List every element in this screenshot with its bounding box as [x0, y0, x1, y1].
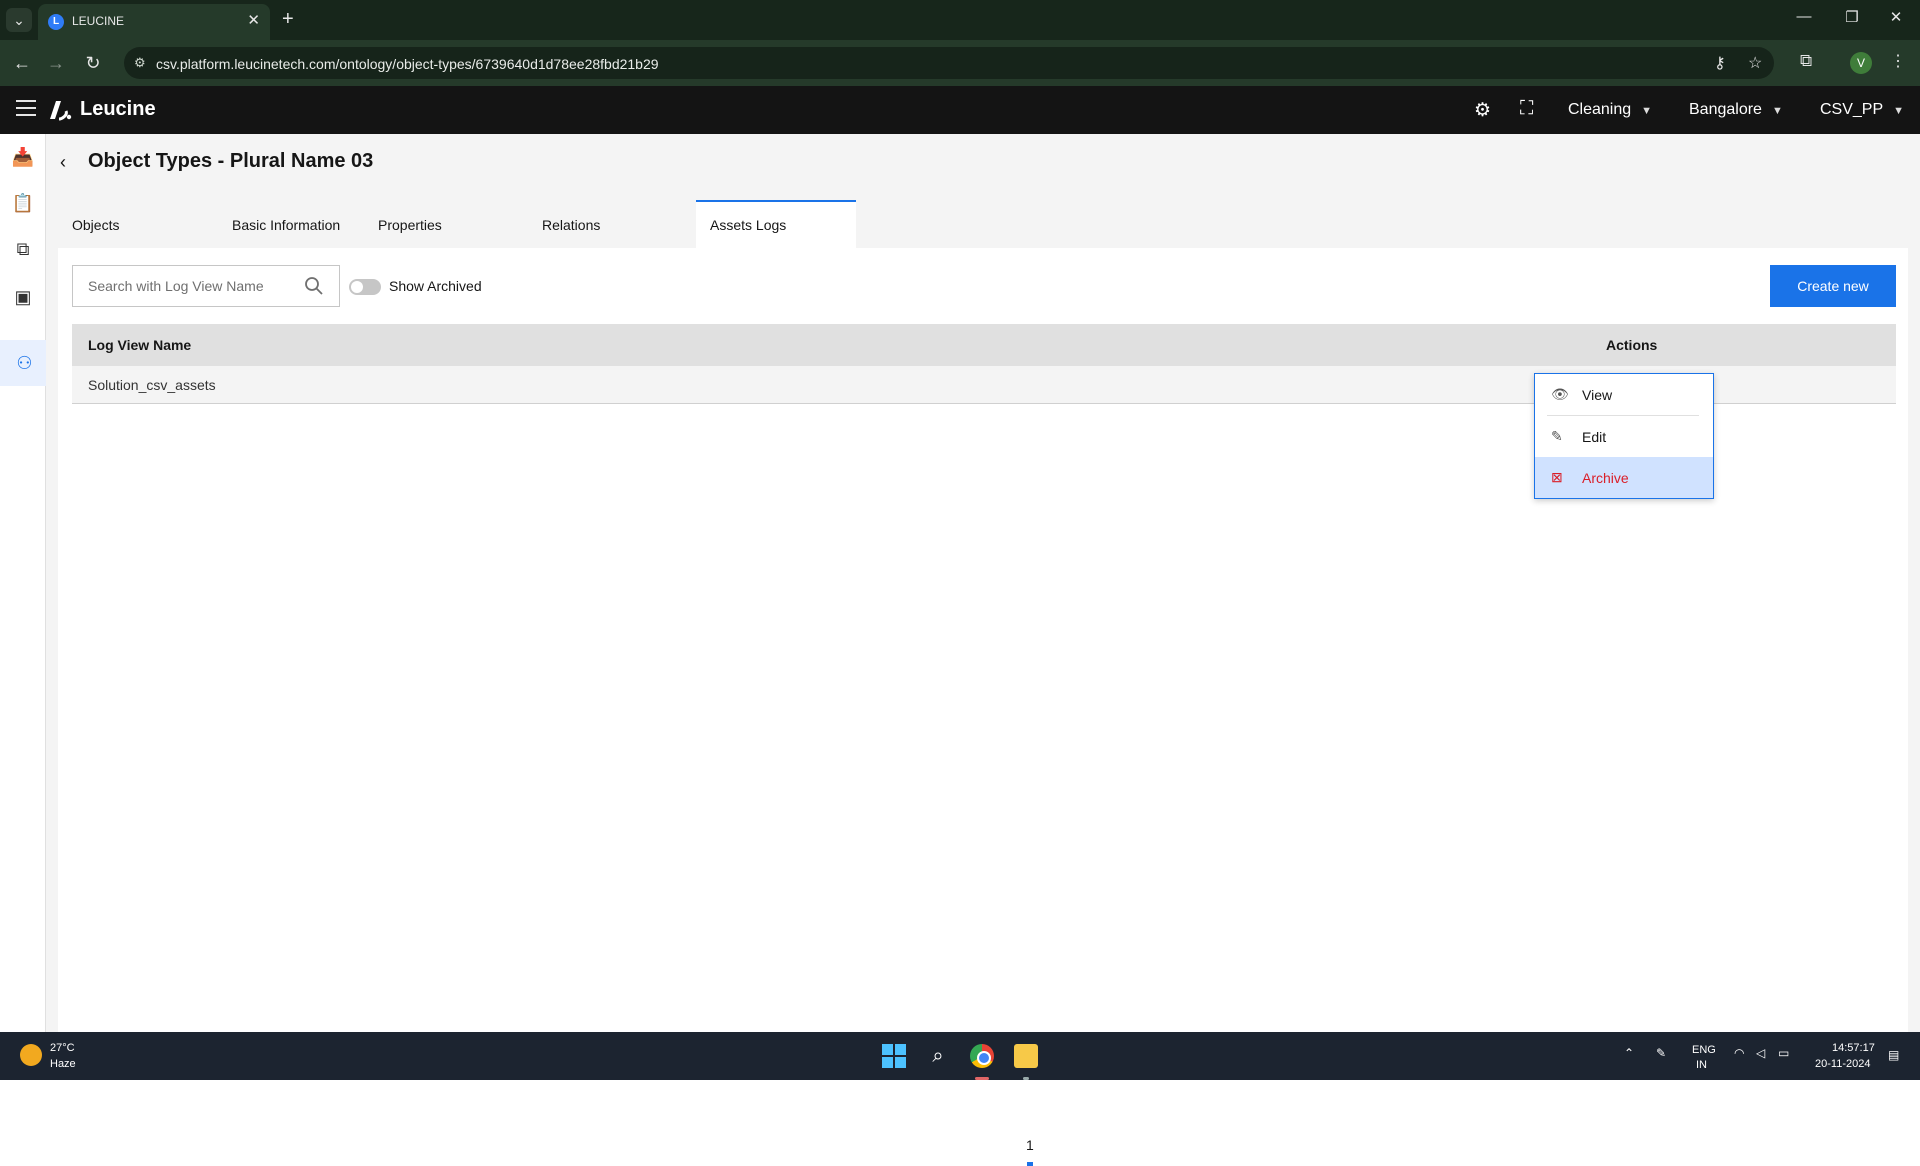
browser-tab-strip: ⌄ L LEUCINE ✕ + — ❐ ✕: [0, 0, 1920, 40]
app-header: Leucine ⚙ ⛶ Cleaning ▼ Bangalore ▼ CSV_PP ▼: [0, 86, 1920, 134]
leucine-favicon-icon: L: [48, 14, 64, 30]
weather-haze-icon[interactable]: [20, 1044, 42, 1066]
wifi-icon[interactable]: ◠: [1734, 1046, 1744, 1060]
row-actions-menu: 👁 View ✎ Edit ⊠ Archive: [1534, 373, 1714, 499]
search-box: [72, 265, 340, 307]
menu-item-edit-label: Edit: [1582, 429, 1607, 445]
chevron-down-icon: ▼: [1893, 105, 1905, 117]
inbox-icon[interactable]: 📥: [0, 134, 46, 180]
menu-item-edit[interactable]: ✎ Edit: [1535, 416, 1713, 457]
tray-chevron-up-icon[interactable]: ⌃: [1624, 1046, 1634, 1060]
menu-item-view-label: View: [1582, 387, 1613, 403]
column-header-actions: Actions: [1606, 337, 1658, 353]
menu-item-view[interactable]: 👁 View: [1535, 374, 1713, 415]
menu-item-archive-label: Archive: [1582, 470, 1629, 486]
tab-objects[interactable]: Objects: [58, 200, 218, 248]
eye-icon: 👁: [1551, 386, 1569, 402]
app-logo-text: Leucine: [80, 98, 156, 120]
weather-description[interactable]: Haze: [50, 1058, 76, 1070]
back-chevron-icon[interactable]: ‹: [60, 152, 66, 173]
assets-logs-panel: Show Archived Create new Log View Name A…: [58, 248, 1908, 1032]
weather-temperature[interactable]: 27°C: [50, 1042, 75, 1054]
site-info-icon[interactable]: ⚙: [134, 55, 146, 71]
pencil-icon: ✎: [1551, 428, 1563, 444]
checklist-icon[interactable]: 📋: [0, 180, 46, 226]
toggle-knob: [351, 281, 363, 293]
browser-menu-icon[interactable]: ⋮: [1890, 51, 1906, 71]
location-dropdown[interactable]: Bangalore ▼: [1689, 101, 1783, 119]
language-indicator-top[interactable]: ENG: [1692, 1044, 1716, 1056]
file-explorer-icon[interactable]: [1014, 1044, 1038, 1068]
clock-date[interactable]: 20-11-2024: [1815, 1058, 1870, 1070]
page-title: Object Types - Plural Name 03: [88, 150, 374, 172]
language-indicator-bottom[interactable]: IN: [1696, 1059, 1707, 1071]
tab-basic-information[interactable]: Basic Information: [218, 200, 378, 248]
reload-icon[interactable]: ↻: [80, 52, 106, 74]
tab-assets-logs[interactable]: Assets Logs: [696, 200, 856, 248]
hamburger-menu-icon[interactable]: [16, 100, 36, 116]
search-input[interactable]: [73, 266, 293, 306]
new-tab-button[interactable]: +: [282, 8, 294, 30]
notification-icon[interactable]: ▤: [1888, 1048, 1899, 1062]
url-text[interactable]: csv.platform.leucinetech.com/ontology/ob…: [156, 56, 659, 72]
clock-time[interactable]: 14:57:17: [1832, 1042, 1875, 1054]
tab-properties[interactable]: Properties: [378, 200, 498, 248]
chevron-down-icon: ▼: [1771, 105, 1783, 117]
table-header: Log View Name Actions: [72, 324, 1896, 366]
create-new-button[interactable]: Create new: [1770, 265, 1896, 307]
ontology-icon[interactable]: ⚇: [0, 340, 46, 386]
address-bar[interactable]: ⚙ csv.platform.leucinetech.com/ontology/…: [124, 47, 1774, 79]
archive-icon: ⊠: [1551, 469, 1563, 485]
tab-search-button[interactable]: ⌄: [6, 8, 32, 32]
scan-icon[interactable]: ⛶: [1520, 98, 1533, 120]
profile-avatar[interactable]: V: [1850, 52, 1872, 74]
facility-dropdown[interactable]: Cleaning ▼: [1568, 101, 1652, 119]
show-archived-label: Show Archived: [389, 278, 482, 294]
battery-icon[interactable]: ▭: [1778, 1046, 1789, 1060]
close-window-button[interactable]: ✕: [1876, 8, 1916, 26]
bookmark-star-icon[interactable]: ☆: [1748, 53, 1762, 73]
hierarchy-icon[interactable]: ⧉: [0, 226, 46, 272]
leucine-logo-icon: [50, 101, 72, 121]
pagination-page-number[interactable]: 1: [1026, 1137, 1034, 1153]
search-icon[interactable]: [304, 276, 324, 296]
back-arrow-icon[interactable]: ←: [9, 52, 35, 74]
volume-icon[interactable]: ◁: [1756, 1046, 1765, 1060]
column-header-log-view-name: Log View Name: [88, 337, 192, 353]
extensions-icon[interactable]: ⧉: [1800, 51, 1812, 71]
chrome-icon[interactable]: [970, 1044, 994, 1068]
user-dropdown-label: CSV_PP: [1820, 101, 1884, 118]
log-view-name-cell: Solution_csv_assets: [88, 377, 216, 393]
location-dropdown-label: Bangalore: [1689, 101, 1762, 118]
tab-relations[interactable]: Relations: [536, 200, 686, 248]
browser-toolbar: ← → ↻ ⚙ csv.platform.leucinetech.com/ont…: [0, 40, 1920, 86]
password-key-icon[interactable]: ⚷: [1714, 53, 1726, 73]
browser-tab-title: LEUCINE: [72, 14, 125, 28]
calendar-icon[interactable]: ▣: [0, 274, 46, 320]
close-tab-icon[interactable]: ✕: [247, 11, 260, 29]
main-content: ‹ Object Types - Plural Name 03 Objects …: [46, 134, 1920, 1166]
chevron-down-icon: ▼: [1641, 105, 1653, 117]
menu-item-archive[interactable]: ⊠ Archive: [1535, 457, 1713, 498]
facility-dropdown-label: Cleaning: [1568, 101, 1632, 118]
show-archived-toggle[interactable]: [349, 279, 381, 295]
taskbar-search-icon[interactable]: ⌕: [926, 1044, 950, 1068]
gear-icon[interactable]: ⚙: [1474, 99, 1491, 122]
forward-arrow-icon[interactable]: →: [43, 52, 69, 74]
restore-window-button[interactable]: ❐: [1832, 8, 1872, 26]
minimize-window-button[interactable]: —: [1784, 8, 1824, 25]
windows-taskbar: 27°C Haze ⌕ ⌃ ✎ ENG IN ◠ ◁ ▭ 14:57:17 20…: [0, 1032, 1920, 1080]
windows-start-icon[interactable]: [882, 1044, 906, 1068]
browser-tab[interactable]: L LEUCINE ✕: [38, 4, 270, 40]
pagination-active-indicator: [1027, 1162, 1033, 1166]
tray-pen-icon[interactable]: ✎: [1656, 1046, 1666, 1060]
user-dropdown[interactable]: CSV_PP ▼: [1820, 101, 1904, 119]
sidebar: 📥 📋 ⧉ ▣ ⚇: [0, 134, 46, 1032]
